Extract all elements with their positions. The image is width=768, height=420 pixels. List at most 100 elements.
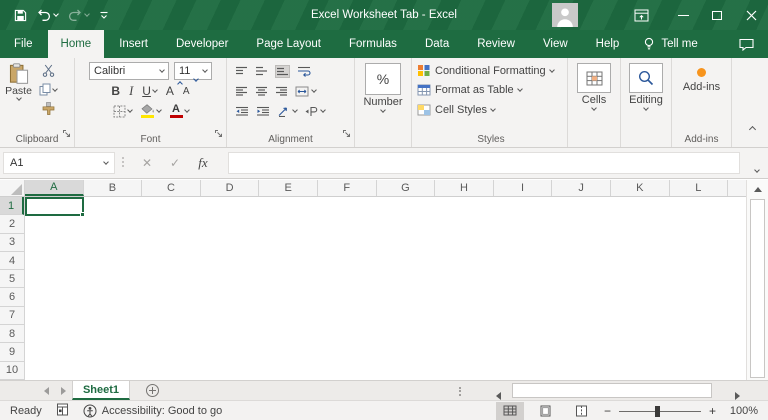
tab-formulas[interactable]: Formulas bbox=[336, 30, 410, 58]
name-box-dropdown-icon[interactable] bbox=[103, 159, 109, 165]
ribbon-display-options-button[interactable] bbox=[624, 0, 658, 30]
align-right-button[interactable] bbox=[275, 86, 288, 97]
horizontal-scroll-thumb[interactable] bbox=[512, 383, 712, 398]
number-group[interactable]: % Number bbox=[355, 58, 412, 147]
row-header-6[interactable]: 6 bbox=[0, 288, 24, 306]
cells-button[interactable] bbox=[577, 63, 611, 93]
scroll-up-button[interactable] bbox=[747, 180, 768, 198]
accessibility-status[interactable]: Accessibility: Good to go bbox=[83, 404, 222, 418]
merge-center-button[interactable] bbox=[295, 86, 316, 97]
zoom-slider-thumb[interactable] bbox=[655, 406, 660, 417]
row-header-2[interactable]: 2 bbox=[0, 215, 24, 233]
vertical-scrollbar[interactable] bbox=[746, 180, 768, 380]
account-avatar[interactable] bbox=[552, 3, 578, 27]
decrease-indent-button[interactable] bbox=[235, 106, 249, 117]
increase-indent-button[interactable] bbox=[256, 106, 270, 117]
tab-page-layout[interactable]: Page Layout bbox=[243, 30, 334, 58]
comments-icon[interactable] bbox=[739, 38, 754, 51]
row-header-4[interactable]: 4 bbox=[0, 252, 24, 270]
text-direction-button[interactable] bbox=[304, 106, 325, 117]
editing-dropdown-icon[interactable] bbox=[643, 105, 649, 111]
new-sheet-button[interactable] bbox=[146, 384, 159, 397]
tell-me-button[interactable]: Tell me bbox=[633, 30, 707, 58]
insert-function-button[interactable]: fx bbox=[190, 152, 216, 174]
zoom-level[interactable]: 100% bbox=[724, 405, 758, 417]
column-header-h[interactable]: H bbox=[435, 180, 494, 196]
increase-font-button[interactable]: A bbox=[164, 82, 176, 101]
conditional-formatting-button[interactable]: Conditional Formatting bbox=[417, 61, 565, 81]
bold-button[interactable]: B bbox=[109, 82, 122, 101]
undo-button[interactable] bbox=[37, 9, 58, 21]
middle-align-button[interactable] bbox=[255, 66, 268, 77]
tab-data[interactable]: Data bbox=[412, 30, 462, 58]
page-layout-view-button[interactable] bbox=[532, 402, 560, 420]
borders-dropdown-icon[interactable] bbox=[127, 107, 133, 113]
close-button[interactable] bbox=[734, 0, 768, 30]
bottom-align-button[interactable] bbox=[275, 65, 290, 78]
alignment-dialog-launcher[interactable] bbox=[342, 125, 351, 143]
editing-group[interactable]: Editing bbox=[621, 58, 672, 147]
addin-dot-icon[interactable] bbox=[697, 68, 706, 77]
tab-view[interactable]: View bbox=[530, 30, 581, 58]
zoom-out-button[interactable]: − bbox=[604, 404, 611, 418]
row-header-10[interactable]: 10 bbox=[0, 362, 24, 380]
cancel-button[interactable]: ✕ bbox=[134, 152, 160, 174]
expand-formula-bar-button[interactable] bbox=[755, 159, 759, 177]
underline-button[interactable]: U bbox=[140, 82, 159, 101]
select-all-corner[interactable] bbox=[0, 180, 25, 196]
column-header-d[interactable]: D bbox=[201, 180, 260, 196]
addins-button[interactable]: Add-ins bbox=[683, 81, 720, 93]
vertical-scroll-thumb[interactable] bbox=[750, 199, 765, 378]
column-header-f[interactable]: F bbox=[318, 180, 377, 196]
selected-cell-a1[interactable] bbox=[25, 197, 84, 216]
number-format-button[interactable]: % bbox=[365, 63, 401, 95]
horizontal-scrollbar[interactable] bbox=[510, 383, 722, 398]
undo-dropdown-icon[interactable] bbox=[53, 11, 59, 17]
column-header-e[interactable]: E bbox=[259, 180, 318, 196]
column-header-l[interactable]: L bbox=[670, 180, 729, 196]
enter-button[interactable]: ✓ bbox=[162, 152, 188, 174]
text-direction-dropdown-icon[interactable] bbox=[320, 107, 326, 113]
copy-button[interactable] bbox=[37, 80, 59, 99]
underline-dropdown-icon[interactable] bbox=[152, 87, 158, 93]
tab-developer[interactable]: Developer bbox=[163, 30, 241, 58]
number-dropdown-icon[interactable] bbox=[380, 107, 386, 113]
previous-sheet-button[interactable] bbox=[44, 387, 49, 395]
tab-insert[interactable]: Insert bbox=[106, 30, 161, 58]
italic-button[interactable]: I bbox=[127, 82, 135, 101]
format-painter-button[interactable] bbox=[37, 99, 59, 118]
tab-splitter-handle[interactable] bbox=[459, 385, 461, 397]
row-header-5[interactable]: 5 bbox=[0, 270, 24, 288]
zoom-slider[interactable] bbox=[619, 404, 701, 418]
font-dialog-launcher[interactable] bbox=[214, 125, 223, 143]
row-header-1[interactable]: 1 bbox=[0, 197, 24, 215]
tab-home[interactable]: Home bbox=[48, 30, 105, 58]
wrap-text-button[interactable] bbox=[297, 66, 311, 77]
fill-color-dropdown-icon[interactable] bbox=[156, 107, 162, 113]
row-header-9[interactable]: 9 bbox=[0, 343, 24, 361]
save-button[interactable] bbox=[14, 9, 27, 22]
cells-dropdown-icon[interactable] bbox=[591, 105, 597, 111]
clipboard-dialog-launcher[interactable] bbox=[62, 125, 71, 143]
customize-qat-button[interactable] bbox=[99, 11, 109, 20]
row-header-7[interactable]: 7 bbox=[0, 307, 24, 325]
copy-dropdown-icon[interactable] bbox=[52, 86, 58, 92]
cells-group[interactable]: Cells bbox=[568, 58, 621, 147]
row-header-3[interactable]: 3 bbox=[0, 234, 24, 252]
decrease-font-button[interactable]: A bbox=[181, 82, 192, 101]
font-name-combo[interactable]: Calibri bbox=[89, 62, 169, 80]
next-sheet-button[interactable] bbox=[61, 387, 66, 395]
formula-input[interactable] bbox=[228, 152, 740, 174]
tab-help[interactable]: Help bbox=[583, 30, 633, 58]
minimize-button[interactable] bbox=[666, 0, 700, 30]
center-button[interactable] bbox=[255, 86, 268, 97]
sheet-tab-sheet1[interactable]: Sheet1 bbox=[72, 381, 130, 400]
cut-button[interactable] bbox=[37, 61, 59, 80]
column-header-b[interactable]: B bbox=[84, 180, 143, 196]
column-header-k[interactable]: K bbox=[611, 180, 670, 196]
top-align-button[interactable] bbox=[235, 66, 248, 77]
worksheet-grid[interactable]: ABCDEFGHIJKL 12345678910 bbox=[0, 180, 768, 380]
zoom-in-button[interactable]: + bbox=[709, 404, 716, 418]
orientation-button[interactable] bbox=[277, 106, 297, 117]
fill-color-button[interactable] bbox=[139, 102, 163, 121]
